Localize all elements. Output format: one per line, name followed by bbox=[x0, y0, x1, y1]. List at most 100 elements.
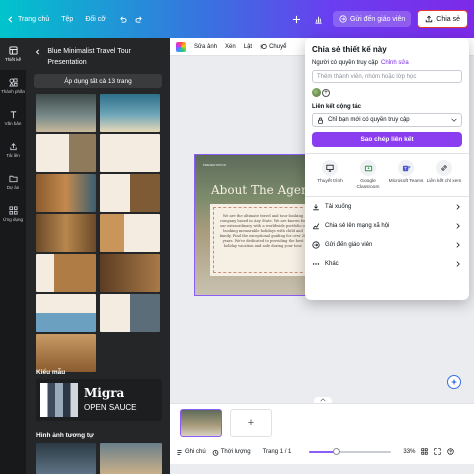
link-icon bbox=[436, 160, 452, 176]
edit-image-button[interactable]: Sửa ảnh bbox=[194, 44, 217, 50]
timing-button[interactable]: Thời lượng bbox=[212, 449, 251, 456]
home-button[interactable]: Trang chủ bbox=[6, 15, 49, 24]
share-targets: Thuyết trình Google Classroom T Microsof… bbox=[312, 154, 462, 196]
file-label: Tệp bbox=[61, 15, 74, 23]
undo-button[interactable] bbox=[118, 15, 127, 24]
template-panel: Blue Minimalist Travel Tour Presentation… bbox=[26, 38, 170, 474]
notes-button[interactable]: Ghi chú bbox=[176, 449, 206, 456]
rail-label: Tải lên bbox=[6, 153, 20, 158]
help-button[interactable] bbox=[447, 447, 455, 457]
page-indicator[interactable]: Trang 1 / 1 bbox=[263, 449, 292, 455]
slide-small-label: PRESENTATION bbox=[203, 163, 226, 167]
similar-image-thumb[interactable] bbox=[36, 443, 96, 474]
template-thumb[interactable] bbox=[36, 214, 96, 252]
action-more[interactable]: Khác bbox=[312, 254, 462, 273]
plus-button[interactable] bbox=[289, 11, 305, 27]
flip-button[interactable]: Lật bbox=[244, 44, 252, 50]
action-label: Tải xuống bbox=[325, 203, 352, 210]
help-icon bbox=[447, 447, 455, 455]
slide-title[interactable]: About The Agency bbox=[211, 183, 305, 197]
template-thumb[interactable] bbox=[36, 134, 96, 172]
chevron-right-icon bbox=[456, 261, 460, 267]
present-icon bbox=[322, 160, 338, 176]
redo-button[interactable] bbox=[135, 15, 144, 24]
template-thumb[interactable] bbox=[100, 254, 160, 292]
rail-item-design[interactable]: Thiết kế bbox=[0, 38, 26, 70]
rail-label: Văn bản bbox=[4, 121, 22, 126]
rail-item-uploads[interactable]: Tải lên bbox=[0, 134, 26, 166]
target-label: Thuyết trình bbox=[317, 179, 343, 184]
style-swatches bbox=[40, 383, 78, 417]
template-thumb[interactable] bbox=[36, 334, 96, 372]
template-thumb[interactable] bbox=[36, 174, 96, 212]
action-send-teacher[interactable]: Gửi đến giáo viên bbox=[312, 235, 462, 254]
avatar[interactable] bbox=[312, 88, 321, 97]
collab-link-label: Liên kết cộng tác bbox=[312, 104, 362, 110]
target-label: Google Classroom bbox=[356, 179, 380, 190]
action-label: Gửi đến giáo viên bbox=[325, 241, 373, 248]
rail-item-text[interactable]: Văn bản bbox=[0, 102, 26, 134]
edit-access-link[interactable]: Chỉnh sửa bbox=[381, 60, 409, 66]
plus-icon bbox=[293, 15, 301, 23]
zoom-slider[interactable] bbox=[309, 448, 392, 455]
similar-image-thumb[interactable] bbox=[100, 443, 162, 474]
template-thumb[interactable] bbox=[36, 254, 96, 292]
style-card-migra[interactable]: Migra OPEN SAUCE bbox=[36, 379, 162, 421]
home-label: Trang chủ bbox=[18, 15, 50, 23]
send-to-teacher-button[interactable]: Gửi đến giáo viên bbox=[332, 11, 412, 27]
target-label: Liên kết chỉ xem bbox=[426, 179, 462, 184]
zoom-slider-knob[interactable] bbox=[332, 448, 340, 455]
file-menu[interactable]: Tệp bbox=[61, 16, 73, 23]
notes-label: Ghi chú bbox=[185, 449, 206, 455]
apply-all-button[interactable]: Áp dụng tất cả 13 trang bbox=[34, 74, 162, 88]
template-thumb[interactable] bbox=[100, 134, 160, 172]
elements-icon bbox=[8, 78, 18, 87]
layout-icon bbox=[8, 46, 18, 55]
color-picker-icon[interactable] bbox=[176, 41, 186, 52]
collaborators-row: + bbox=[312, 88, 462, 97]
google-classroom-icon bbox=[360, 160, 376, 176]
fullscreen-button[interactable] bbox=[434, 447, 442, 457]
copy-link-button[interactable]: Sao chép liên kết bbox=[312, 132, 462, 147]
left-rail: Thiết kế Thành phần Văn bản Tải lên Dự á… bbox=[0, 38, 26, 474]
send-icon bbox=[339, 15, 347, 23]
action-social-share[interactable]: Chia sẻ lên mạng xã hội bbox=[312, 216, 462, 235]
template-thumb[interactable] bbox=[100, 294, 160, 332]
target-google-classroom[interactable]: Google Classroom bbox=[350, 160, 386, 190]
template-thumb[interactable] bbox=[36, 294, 96, 332]
target-teams[interactable]: T Microsoft Teams bbox=[388, 160, 424, 190]
share-button[interactable]: Chia sẻ bbox=[417, 10, 468, 28]
back-arrow-icon[interactable] bbox=[34, 48, 41, 56]
grid-view-button[interactable] bbox=[421, 447, 429, 457]
rail-item-elements[interactable]: Thành phần bbox=[0, 70, 26, 102]
upload-icon bbox=[426, 15, 433, 23]
action-download[interactable]: Tải xuống bbox=[312, 197, 462, 216]
animate-button[interactable]: Chuyể bbox=[260, 43, 286, 50]
page-thumbnail[interactable] bbox=[180, 409, 222, 437]
target-present[interactable]: Thuyết trình bbox=[312, 160, 348, 190]
access-level-select[interactable]: Chỉ bạn mới có quyền truy cập bbox=[312, 113, 462, 127]
chevron-up-icon bbox=[320, 398, 326, 402]
rail-label: Thành phần bbox=[0, 89, 26, 94]
rail-item-projects[interactable]: Dự án bbox=[0, 166, 26, 198]
magic-assistant-button[interactable] bbox=[447, 375, 461, 389]
grid-icon bbox=[421, 447, 429, 455]
zoom-level[interactable]: 33% bbox=[403, 449, 415, 455]
add-page-button[interactable]: + bbox=[230, 409, 272, 437]
template-thumb[interactable] bbox=[100, 94, 160, 132]
add-collaborator-icon[interactable]: + bbox=[322, 88, 330, 97]
template-thumb[interactable] bbox=[36, 94, 96, 132]
crop-button[interactable]: Xén bbox=[225, 44, 236, 50]
lock-icon bbox=[318, 117, 323, 124]
rail-item-apps[interactable]: Ứng dụng bbox=[0, 198, 26, 230]
target-view-only-link[interactable]: Liên kết chỉ xem bbox=[426, 160, 462, 190]
chart-icon bbox=[315, 16, 323, 24]
template-thumb[interactable] bbox=[100, 174, 160, 212]
template-thumb[interactable] bbox=[100, 214, 160, 252]
resize-button[interactable]: Đổi cỡ bbox=[85, 16, 106, 23]
insights-button[interactable] bbox=[311, 11, 327, 27]
slide-canvas[interactable]: PRESENTATION About The Agency We are the… bbox=[194, 154, 306, 296]
add-people-input[interactable]: Thêm thành viên, nhóm hoặc lớp học bbox=[312, 70, 462, 83]
slide-text-box[interactable]: We are the ultimate travel and tour book… bbox=[210, 204, 305, 276]
rail-label: Dự án bbox=[6, 185, 20, 190]
